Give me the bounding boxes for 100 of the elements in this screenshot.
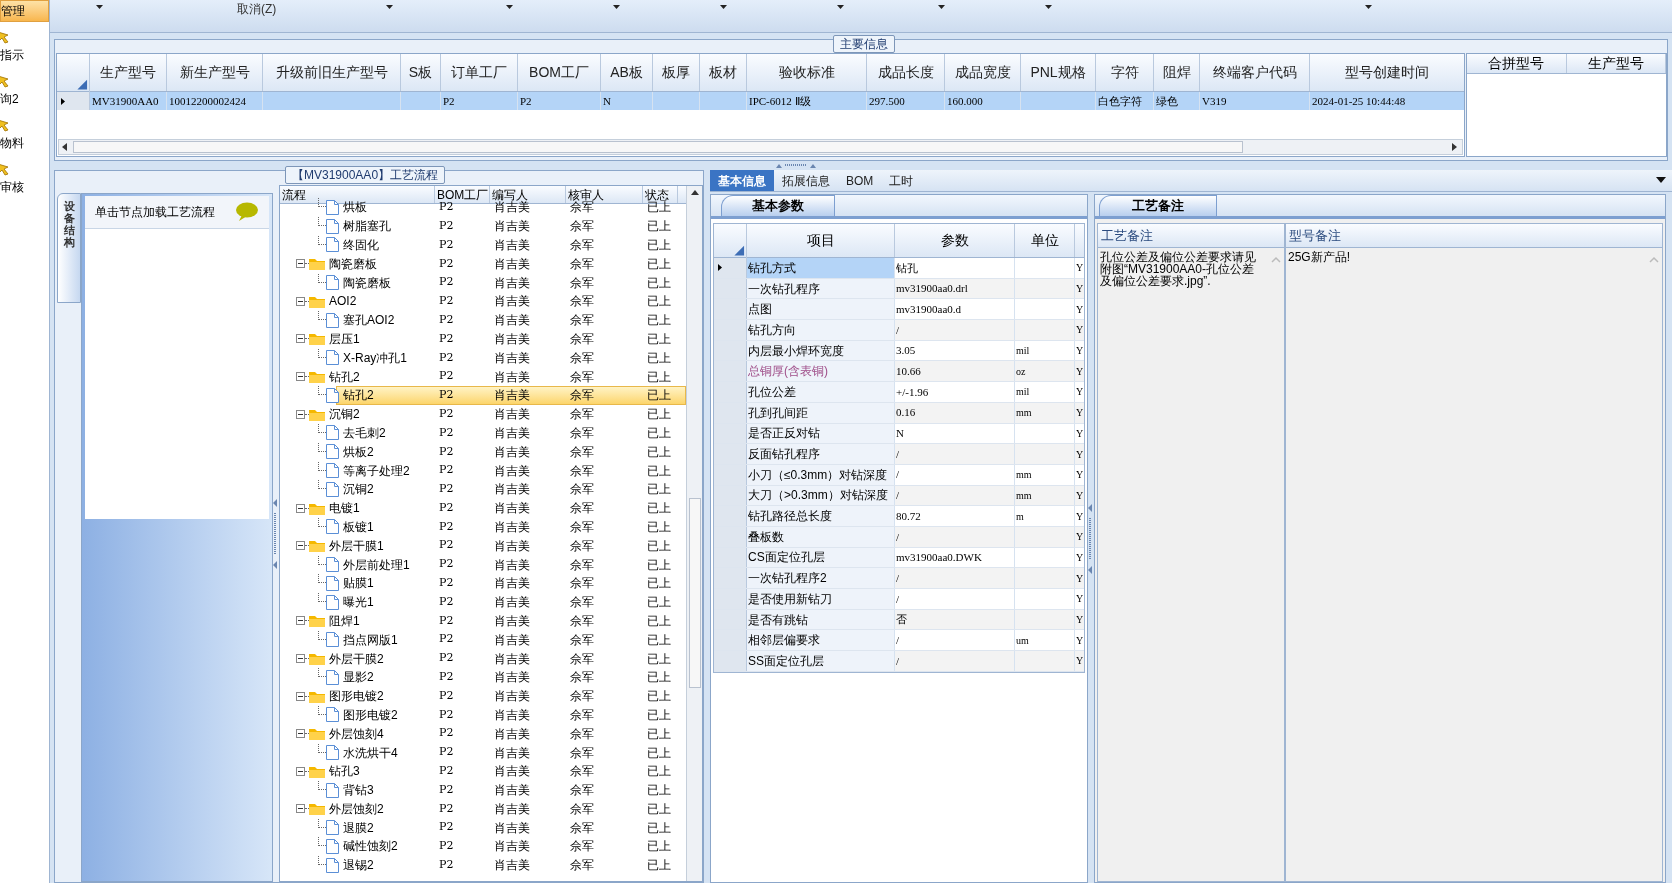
table-row[interactable]: MV31900AA0 10012200002424 P2 P2 N IPC-6012 Ⅱ级 297.500 160.000 白色字符 绿色 V319 2024-01-25 10:44:48 [57, 92, 1464, 110]
tree-node-label[interactable]: 层压1 [328, 329, 361, 348]
tree-node-label[interactable]: 陶瓷磨板 [342, 273, 392, 292]
tree-node-label[interactable]: 挡点网版1 [342, 630, 399, 649]
cancel-button[interactable]: 取消(Z) [237, 0, 277, 18]
caret-icon[interactable] [96, 5, 103, 9]
column-header[interactable]: 生产型号 [90, 54, 167, 91]
tab[interactable]: 工艺备注 [1099, 195, 1217, 216]
column-header[interactable]: PNL规格 [1021, 54, 1096, 91]
column-header[interactable]: 单位 [1015, 224, 1075, 257]
collapse-icon[interactable] [296, 729, 305, 739]
tree-node-label[interactable]: 外层干膜2 [328, 649, 385, 668]
column-header[interactable]: 板厚 [653, 54, 700, 91]
scrollbar-thumb[interactable] [73, 141, 1243, 153]
tree-node-label[interactable]: 板镀1 [342, 517, 375, 536]
column-header[interactable]: BOM工厂 [435, 186, 490, 203]
tree-node-label[interactable]: 外层前处理1 [342, 555, 411, 574]
caret-icon[interactable] [613, 5, 620, 9]
column-header[interactable]: 升级前旧生产型号 [263, 54, 401, 91]
vertical-scrollbar[interactable] [686, 186, 702, 881]
tree-node-label[interactable]: 阻焊1 [328, 611, 361, 630]
tree-node-label[interactable]: 外层蚀刻2 [328, 799, 385, 818]
tree-node-label[interactable]: AOI2 [328, 292, 358, 311]
column-header[interactable]: 项目 [747, 224, 895, 257]
tree-node-label[interactable]: 塞孔AOI2 [342, 311, 396, 330]
collapse-icon[interactable] [296, 409, 305, 419]
splitter-handle-icon[interactable] [1088, 503, 1092, 574]
column-header[interactable]: 成品宽度 [945, 54, 1021, 91]
tree-node-label[interactable]: 终固化 [342, 236, 380, 254]
tab[interactable]: 拓展信息 [774, 170, 838, 191]
splitter-handle-icon[interactable] [776, 163, 816, 168]
caret-icon[interactable] [938, 5, 945, 9]
tree-node-label[interactable]: 钻孔2 [342, 386, 375, 405]
tree-node-label[interactable]: 退锡2 [342, 856, 375, 875]
tree-node-label[interactable]: 树脂塞孔 [342, 217, 392, 236]
column-header[interactable]: 工艺备注 [1098, 224, 1284, 248]
side-tab[interactable]: 设备结构 [57, 193, 81, 303]
sidebar-item[interactable]: 询2 [0, 88, 49, 110]
column-header[interactable]: 型号备注 [1286, 224, 1662, 248]
caret-icon[interactable] [1365, 5, 1372, 9]
collapse-icon[interactable] [296, 296, 305, 306]
tab[interactable]: 工时 [881, 170, 922, 191]
tree-node-label[interactable]: 图形电镀2 [328, 687, 385, 706]
sidebar-item[interactable]: 指示 [0, 44, 49, 66]
column-header[interactable]: S板 [401, 54, 441, 91]
tree-node-label[interactable]: 显影2 [342, 668, 375, 687]
column-header[interactable]: 参数 [895, 224, 1015, 257]
collapse-icon[interactable] [296, 372, 305, 382]
caret-icon[interactable] [1045, 5, 1052, 9]
tree-node-label[interactable]: 陶瓷磨板 [328, 254, 378, 273]
collapse-icon[interactable] [296, 654, 305, 663]
column-header[interactable]: 成品长度 [867, 54, 945, 91]
tree-node-label[interactable]: 等离子处理2 [342, 461, 411, 480]
tree-node-label[interactable]: 钻孔3 [328, 762, 361, 781]
row-header[interactable] [57, 92, 90, 110]
tree-node-label[interactable]: 图形电镀2 [342, 705, 399, 724]
scroll-up-icon[interactable] [689, 188, 700, 198]
column-header[interactable]: 字符 [1096, 54, 1154, 91]
tab[interactable]: BOM [838, 170, 882, 191]
caret-icon[interactable] [386, 5, 393, 9]
tree-node-label[interactable]: 水洗烘干4 [342, 743, 399, 762]
column-header[interactable]: 生产型号 [1566, 54, 1666, 73]
scrollbar-thumb[interactable] [688, 498, 701, 688]
collapse-icon[interactable] [296, 804, 305, 814]
tab[interactable]: 基本参数 [721, 195, 835, 216]
column-header[interactable]: AB板 [601, 54, 653, 91]
column-header[interactable]: 验收标准 [747, 54, 867, 91]
collapse-icon[interactable] [296, 259, 305, 269]
caret-icon[interactable] [837, 5, 844, 9]
tree-node-label[interactable]: 碱性蚀刻2 [342, 837, 399, 856]
column-header[interactable]: 终端客户代码 [1200, 54, 1310, 91]
collapse-icon[interactable] [296, 503, 305, 513]
column-header[interactable]: 板材 [700, 54, 747, 91]
column-header[interactable]: BOM工厂 [518, 54, 601, 91]
column-header[interactable]: 合拼型号 [1467, 54, 1567, 73]
column-header[interactable]: 阻焊 [1154, 54, 1200, 91]
collapse-icon[interactable] [296, 334, 305, 344]
tree-node-label[interactable]: 烘板2 [342, 442, 375, 461]
collapse-icon[interactable] [296, 616, 305, 626]
caret-icon[interactable] [720, 5, 727, 9]
tree-node-label[interactable]: 沉铜2 [328, 405, 361, 424]
row-header[interactable] [714, 258, 747, 278]
tree-node-label[interactable]: X-Ray冲孔1 [342, 348, 408, 367]
tree-node-label[interactable]: 外层干膜1 [328, 536, 385, 555]
column-header[interactable]: 新生产型号 [167, 54, 263, 91]
column-header[interactable]: 订单工厂 [441, 54, 518, 91]
column-header[interactable]: 型号创建时间 [1310, 54, 1464, 91]
collapse-icon[interactable] [296, 691, 305, 701]
horizontal-scrollbar[interactable] [58, 139, 1463, 155]
tree-node-label[interactable]: 曝光1 [342, 593, 375, 612]
tree-node-label[interactable]: 钻孔2 [328, 367, 361, 386]
tree-node-label[interactable]: 去毛刺2 [342, 423, 387, 442]
tree-node-label[interactable]: 外层蚀刻4 [328, 724, 385, 743]
caret-icon[interactable] [506, 5, 513, 9]
collapse-icon[interactable] [296, 766, 305, 776]
collapse-icon[interactable] [296, 541, 305, 551]
tree-node-label[interactable]: 贴膜1 [342, 574, 375, 593]
tree-node-label[interactable]: 沉铜2 [342, 480, 375, 499]
tab[interactable]: 基本信息 [710, 170, 774, 191]
tree-node-label[interactable]: 电镀1 [328, 499, 361, 518]
